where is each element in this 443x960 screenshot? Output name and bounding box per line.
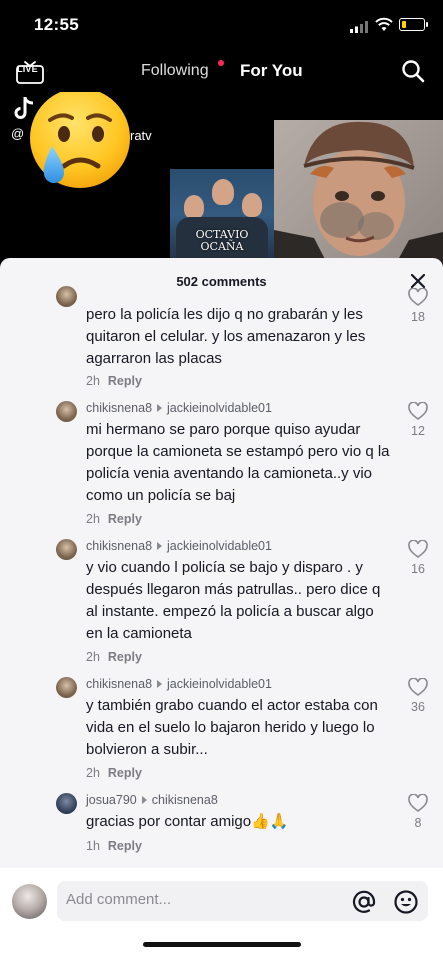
reply-button[interactable]: Reply [108,650,142,664]
home-indicator [143,942,301,947]
reply-arrow-icon [157,680,163,688]
video-background[interactable]: @ ratv OCTAVIO OCAÑA [0,92,443,267]
like-count: 36 [411,700,425,714]
heart-outline-icon[interactable] [408,678,428,696]
like-count: 8 [414,816,422,830]
commenter-avatar[interactable] [56,793,77,814]
reply-arrow-icon [157,542,163,550]
live-label: LIVE [17,64,38,74]
comment-time: 2h [86,650,100,664]
reply-arrow-icon [141,796,147,804]
wifi-icon [375,17,393,31]
add-comment-bar: Add comment... [0,868,443,960]
reply-button[interactable]: Reply [108,839,142,853]
comment-text: y también grabo cuando el actor estaba c… [86,697,378,758]
status-time: 12:55 [34,15,79,34]
tab-following[interactable]: Following [141,62,209,80]
heart-outline-icon[interactable] [408,288,428,306]
reply-button[interactable]: Reply [108,512,142,526]
comment-meta: 2h Reply [86,650,142,664]
comment-meta: 2h Reply [86,766,142,780]
comment-meta: 2h Reply [86,512,142,526]
comment-username[interactable]: chikisnena8 [86,401,152,415]
comment-text: y vio cuando l policía se bajo y disparo… [86,559,381,642]
thumbnail-caption-line2: OCAÑA [200,240,244,253]
comments-sheet: 502 comments 18 pero la policía les dijo… [0,258,443,960]
top-nav: LIVE Following For You [0,52,443,92]
comment-text: mi hermano se paro porque quiso ayudar p… [86,421,390,504]
comment-text: gracias por contar amigo👍🙏 [86,813,289,830]
comment-user-line: josua790 chikisnena8 [86,793,218,807]
reply-arrow-icon [157,404,163,412]
comment-username[interactable]: josua790 [86,793,137,807]
comment-username[interactable]: chikisnena8 [86,677,152,691]
reply-to-username[interactable]: jackieinolvidable01 [167,401,272,415]
comment-text: pero la policía les dijo q no grabarán y… [86,306,366,367]
cellular-signal-icon [350,21,368,33]
comment-user-line: chikisnena8 jackieinolvidable01 [86,677,272,691]
comment-user-line: chikisnena8 jackieinolvidable01 [86,401,272,415]
notification-dot [218,60,224,66]
search-icon[interactable] [401,59,425,83]
like-count: 16 [411,562,425,576]
commenter-avatar[interactable] [56,539,77,560]
comment-meta: 2h Reply [86,374,142,388]
battery-icon [399,18,428,31]
reply-to-username[interactable]: jackieinolvidable01 [167,677,272,691]
comment-time: 2h [86,766,100,780]
smiley-icon[interactable] [394,890,418,914]
reply-to-username[interactable]: chikisnena8 [152,793,218,807]
add-comment-placeholder[interactable]: Add comment... [66,891,171,908]
at-icon[interactable] [352,890,376,914]
commenter-avatar[interactable] [56,401,77,422]
crying-face-emoji [30,92,130,188]
comment-meta: 1h Reply [86,839,142,853]
like-count: 12 [411,424,425,438]
comment-time: 2h [86,374,100,388]
commenter-avatar[interactable] [56,286,77,307]
current-user-avatar [12,884,47,919]
comment-time: 1h [86,839,100,853]
status-bar: 12:55 [0,0,443,52]
heart-outline-icon[interactable] [408,402,428,420]
reply-button[interactable]: Reply [108,766,142,780]
comment-time: 2h [86,512,100,526]
comment-username[interactable]: chikisnena8 [86,539,152,553]
video-still-boy-photo [274,120,443,267]
comment-user-line: chikisnena8 jackieinolvidable01 [86,539,272,553]
reply-button[interactable]: Reply [108,374,142,388]
heart-outline-icon[interactable] [408,794,428,812]
tab-for-you[interactable]: For You [240,61,303,81]
video-thumbnail-group-photo: OCTAVIO OCAÑA [170,169,274,261]
reply-to-username[interactable]: jackieinolvidable01 [167,539,272,553]
close-icon[interactable] [411,274,425,288]
commenter-avatar[interactable] [56,677,77,698]
like-count: 18 [411,310,425,324]
heart-outline-icon[interactable] [408,540,428,558]
